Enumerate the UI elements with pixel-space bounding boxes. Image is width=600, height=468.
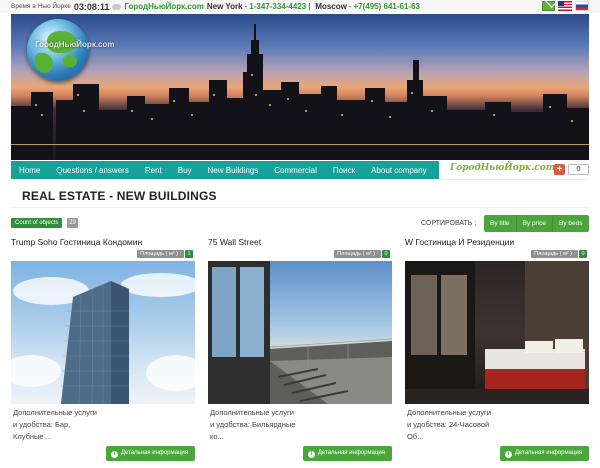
sort-by-title-button[interactable]: By title	[484, 215, 517, 232]
city-moscow: Moscow	[315, 2, 347, 11]
area-value: 0	[382, 250, 390, 258]
listing-description: Дополнительные услуги и удобства: Бар, К…	[13, 408, 97, 441]
sort-buttons: By title By price By beds	[484, 215, 589, 232]
area-badge: Площадь ( м² ) : 1	[137, 250, 193, 258]
area-label: Площадь ( м² ) :	[334, 250, 381, 258]
listing-photo[interactable]	[405, 261, 589, 404]
listing-title[interactable]: W Гостиница И Резиденции	[405, 237, 514, 247]
nav-search[interactable]: Поиск	[325, 166, 363, 175]
divider	[11, 207, 589, 208]
area-label: Площадь ( м² ) :	[137, 250, 184, 258]
header-banner: ГородНьюЙорк.com	[11, 14, 589, 160]
separator: |	[308, 2, 311, 11]
area-value: 1	[185, 250, 193, 258]
brand-logo[interactable]: ГородНьюЙорк.com	[450, 163, 555, 173]
count-badge: 29	[67, 218, 78, 228]
time-label: Время в Нью Йорке	[11, 3, 71, 10]
phone-moscow[interactable]: +7(495) 641-61-63	[354, 2, 421, 11]
top-icons	[542, 1, 589, 11]
listing-photo[interactable]	[11, 261, 195, 404]
nav-about[interactable]: About company	[363, 166, 435, 175]
nav-buy[interactable]: Buy	[170, 166, 200, 175]
listing-description: Дополнительные услуги и удобства: Бильяр…	[210, 408, 296, 441]
page-title: REAL ESTATE - NEW BUILDINGS	[22, 189, 217, 203]
details-button[interactable]: i Детальная информация	[105, 446, 195, 461]
listing-card: 75 Wall Street Площадь ( м² ) : 0 Дополн…	[208, 237, 392, 468]
details-button[interactable]: i Детальная информация	[499, 446, 589, 461]
logo-text[interactable]: ГородНьюЙорк.com	[35, 40, 115, 49]
area-label: Площадь ( м² ) :	[531, 250, 578, 258]
cloud-icon	[112, 3, 122, 10]
listing-title[interactable]: 75 Wall Street	[208, 237, 261, 247]
nav-questions[interactable]: Questions / answers	[48, 166, 136, 175]
top-info-bar: Время в Нью Йорке 03:08:11 ГородНьюЙорк.…	[0, 0, 600, 13]
main-nav: Home Questions / answers Rent Buy New Bu…	[11, 161, 439, 179]
listing-card: Trump Soho Гостиница Кондомин Площадь ( …	[11, 237, 195, 468]
sort-by-beds-button[interactable]: By beds	[553, 215, 589, 232]
nav-commercial[interactable]: Commercial	[266, 166, 325, 175]
area-badge: Площадь ( м² ) : 0	[334, 250, 390, 258]
listing-photo[interactable]	[208, 261, 392, 404]
flag-ru-icon[interactable]	[575, 1, 589, 11]
sort-by-price-button[interactable]: By price	[516, 215, 553, 232]
nav-rent[interactable]: Rent	[137, 166, 170, 175]
count-label: Count of objects	[11, 218, 63, 228]
globe-logo-icon[interactable]	[27, 19, 89, 81]
sort-label: СОРТИРОВАТЬ :	[421, 220, 477, 227]
flag-us-icon[interactable]	[558, 1, 572, 11]
listing-title[interactable]: Trump Soho Гостиница Кондомин	[11, 237, 142, 247]
ny-time: 03:08:11	[73, 1, 110, 12]
nav-new-buildings[interactable]: New Buildings	[200, 166, 267, 175]
site-name[interactable]: ГородНьюЙорк.com	[124, 2, 204, 11]
listing-description: Дополнительные услуги и удобства: 24-Час…	[407, 408, 491, 441]
city-new-york: New York	[206, 2, 243, 11]
nav-home[interactable]: Home	[11, 166, 48, 175]
share-count: 0	[568, 164, 589, 175]
area-value: 0	[579, 250, 587, 258]
info-icon: i	[504, 451, 512, 458]
info-icon: i	[307, 451, 315, 458]
nav-brand-area: ГородНьюЙорк.com + 0	[439, 161, 589, 180]
mail-icon[interactable]	[542, 1, 555, 11]
area-badge: Площадь ( м² ) : 0	[531, 250, 587, 258]
phone-new-york[interactable]: 1-347-334-4423	[249, 2, 306, 11]
details-button[interactable]: i Детальная информация	[302, 446, 392, 461]
plus-icon[interactable]: +	[554, 164, 565, 175]
city-skyline-image	[11, 24, 589, 160]
info-icon: i	[110, 451, 118, 458]
listing-card: W Гостиница И Резиденции Площадь ( м² ) …	[405, 237, 589, 468]
